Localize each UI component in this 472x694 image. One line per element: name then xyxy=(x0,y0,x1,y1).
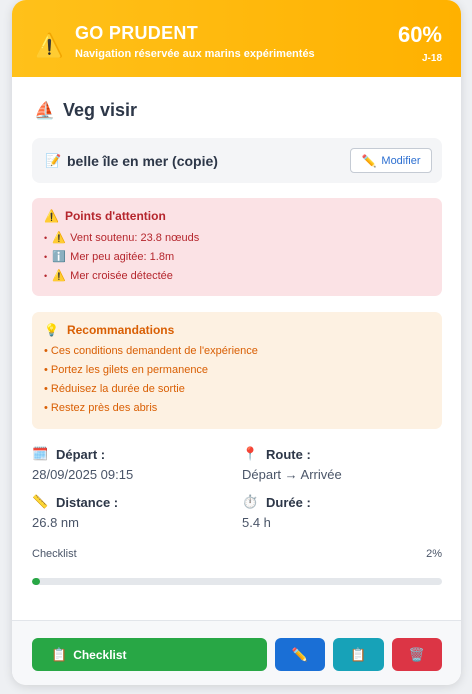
edit-route-button[interactable]: ✏️ Modifier xyxy=(350,148,432,173)
distance-label-row: 📏 Distance : xyxy=(32,494,118,510)
action-footer: 📋 Checklist ✏️ 📋 🗑️ xyxy=(12,620,461,685)
status-title: GO PRUDENT xyxy=(75,23,199,43)
checklist-button[interactable]: 📋 Checklist xyxy=(32,638,267,671)
departure-label: Départ : xyxy=(56,446,106,462)
route-label: Route : xyxy=(266,446,311,462)
warning-icon: ⚠️ xyxy=(52,232,66,244)
bullet: • xyxy=(44,252,48,262)
ruler-icon: 📏 xyxy=(32,494,49,509)
sailboat-icon: ⛵ xyxy=(34,100,56,120)
status-subtitle: Navigation réservée aux marins expérimen… xyxy=(75,48,315,60)
boat-title: ⛵ Veg visir xyxy=(34,100,137,121)
route-label-row: 📍 Route : xyxy=(242,446,342,462)
attention-title-text: Points d'attention xyxy=(64,209,166,223)
edit-route-label: Modifier xyxy=(381,154,421,167)
attention-title: ⚠️ Points d'attention xyxy=(44,209,430,223)
route-name: belle île en mer (copie) xyxy=(67,152,218,169)
duplicate-button[interactable]: 📋 xyxy=(333,638,384,671)
distance-label: Distance : xyxy=(56,494,119,510)
recommendations-title: 💡 Recommandations xyxy=(44,323,430,337)
checklist-progress-percent: 2% xyxy=(426,548,442,560)
duration-label: Durée : xyxy=(266,494,311,510)
trash-icon: 🗑️ xyxy=(408,646,426,662)
clipboard-icon: 📋 xyxy=(51,646,68,662)
duration-info: ⏱️ Durée : 5.4 h xyxy=(242,494,311,530)
trip-card: ⚠️ GO PRUDENT Navigation réservée aux ma… xyxy=(12,0,461,685)
warning-icon: ⚠️ xyxy=(52,270,66,282)
lightbulb-icon: 💡 xyxy=(44,323,59,337)
stopwatch-icon: ⏱️ xyxy=(242,494,259,509)
status-countdown: J-18 xyxy=(421,53,442,64)
warning-icon: ⚠️ xyxy=(35,32,64,58)
duration-label-row: ⏱️ Durée : xyxy=(242,494,311,510)
list-item: • Réduisez la durée de sortie xyxy=(44,383,185,395)
list-item: • Portez les gilets en permanence xyxy=(44,364,209,376)
recommendations-panel: 💡 Recommandations • Ces conditions deman… xyxy=(32,312,442,429)
attention-list: • ⚠️ Vent soutenu: 23.8 nœuds • ℹ️ Mer p… xyxy=(44,229,430,286)
list-item: • ⚠️ Vent soutenu: 23.8 nœuds xyxy=(44,229,430,248)
status-score: 60% xyxy=(397,22,442,47)
checklist-progress-label: Checklist xyxy=(32,548,77,560)
checklist-progress-fill xyxy=(32,578,41,585)
route-value: Départ → Arrivée xyxy=(242,467,342,482)
departure-label-row: 🗓️ Départ : xyxy=(32,446,133,462)
pencil-icon: ✏️ xyxy=(291,646,309,662)
departure-info: 🗓️ Départ : 28/09/2025 09:15 xyxy=(32,446,133,482)
list-item: • Restez près des abris xyxy=(44,402,158,414)
status-header: ⚠️ GO PRUDENT Navigation réservée aux ma… xyxy=(12,0,461,77)
route-box: 📝 belle île en mer (copie) ✏️ Modifier xyxy=(32,138,442,183)
route-info: 📍 Route : Départ → Arrivée xyxy=(242,446,342,482)
list-item: • Ces conditions demandent de l'expérien… xyxy=(44,345,258,357)
attention-text: Mer croisée détectée xyxy=(70,270,173,282)
checklist-progress-bar xyxy=(32,578,442,585)
pencil-icon: ✏️ xyxy=(361,153,377,168)
attention-text: Vent soutenu: 23.8 nœuds xyxy=(70,232,200,244)
memo-icon: 📝 xyxy=(45,152,62,168)
bullet: • xyxy=(44,233,48,243)
distance-value: 26.8 nm xyxy=(32,515,79,530)
list-item: • ⚠️ Mer croisée détectée xyxy=(44,267,430,286)
clipboard-icon: 📋 xyxy=(350,646,367,662)
edit-button[interactable]: ✏️ xyxy=(275,638,325,671)
warning-icon: ⚠️ xyxy=(44,209,59,223)
bullet: • xyxy=(44,271,48,281)
info-icon: ℹ️ xyxy=(52,251,66,263)
duration-value: 5.4 h xyxy=(242,515,271,530)
attention-text: Mer peu agitée: 1.8m xyxy=(70,251,175,263)
attention-panel: ⚠️ Points d'attention • ⚠️ Vent soutenu:… xyxy=(32,198,442,296)
checklist-button-label: Checklist xyxy=(73,647,127,662)
calendar-icon: 🗓️ xyxy=(32,446,49,461)
departure-value: 28/09/2025 09:15 xyxy=(32,467,134,482)
recommendations-title-text: Recommandations xyxy=(66,323,175,337)
list-item: • ℹ️ Mer peu agitée: 1.8m xyxy=(44,248,430,267)
delete-button[interactable]: 🗑️ xyxy=(392,638,442,671)
recommendations-list: • Ces conditions demandent de l'expérien… xyxy=(44,342,430,418)
distance-info: 📏 Distance : 26.8 nm xyxy=(32,494,118,530)
boat-name: Veg visir xyxy=(63,100,138,120)
pin-icon: 📍 xyxy=(242,446,259,461)
